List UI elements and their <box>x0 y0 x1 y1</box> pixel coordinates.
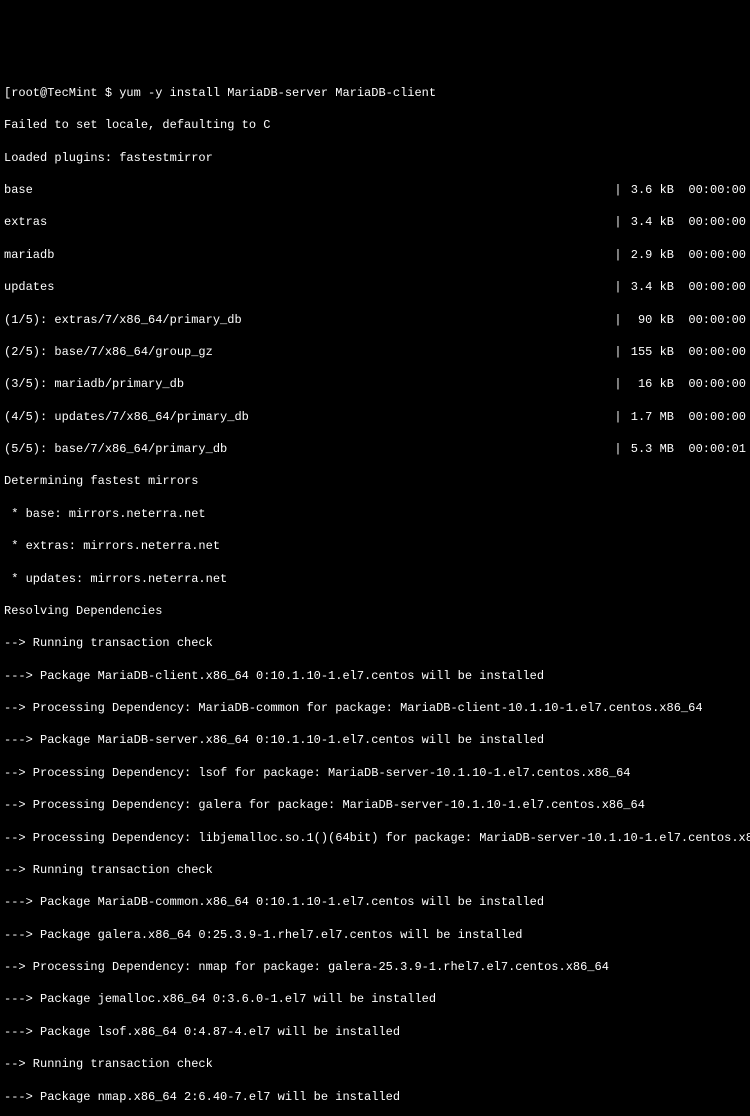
download-row: (5/5): base/7/x86_64/primary_db |5.3 MB00… <box>4 441 746 457</box>
dependency-line: ---> Package lsof.x86_64 0:4.87-4.el7 wi… <box>4 1024 746 1040</box>
repo-name: mariadb <box>4 247 54 263</box>
dependency-line: ---> Package nmap.x86_64 2:6.40-7.el7 wi… <box>4 1089 746 1105</box>
mirror-line: * extras: mirrors.neterra.net <box>4 538 746 554</box>
dependency-line: ---> Package jemalloc.x86_64 0:3.6.0-1.e… <box>4 991 746 1007</box>
dependency-line: --> Running transaction check <box>4 1056 746 1072</box>
command-prompt: [root@TecMint $ yum -y install MariaDB-s… <box>4 85 746 101</box>
mirrors-header: Determining fastest mirrors <box>4 473 746 489</box>
dependency-line: ---> Package MariaDB-client.x86_64 0:10.… <box>4 668 746 684</box>
repo-stats: |3.4 kB00:00:00 <box>614 279 746 295</box>
mirror-line: * base: mirrors.neterra.net <box>4 506 746 522</box>
download-stats: |155 kB00:00:00 <box>614 344 746 360</box>
download-name: (5/5): base/7/x86_64/primary_db <box>4 441 227 457</box>
dependency-line: --> Processing Dependency: lsof for pack… <box>4 765 746 781</box>
dependency-line: --> Processing Dependency: galera for pa… <box>4 797 746 813</box>
dependency-line: --> Processing Dependency: MariaDB-commo… <box>4 700 746 716</box>
repo-row: base |3.6 kB00:00:00 <box>4 182 746 198</box>
preamble-line: Failed to set locale, defaulting to C <box>4 117 746 133</box>
preamble-line: Loaded plugins: fastestmirror <box>4 150 746 166</box>
repo-row: mariadb |2.9 kB00:00:00 <box>4 247 746 263</box>
repo-name: extras <box>4 214 47 230</box>
mirror-line: * updates: mirrors.neterra.net <box>4 571 746 587</box>
repo-stats: |3.4 kB00:00:00 <box>614 214 746 230</box>
repo-name: base <box>4 182 33 198</box>
dependency-line: --> Running transaction check <box>4 635 746 651</box>
download-stats: |1.7 MB00:00:00 <box>614 409 746 425</box>
repo-row: extras |3.4 kB00:00:00 <box>4 214 746 230</box>
download-name: (1/5): extras/7/x86_64/primary_db <box>4 312 242 328</box>
download-stats: |16 kB00:00:00 <box>614 376 746 392</box>
terminal-output: [root@TecMint $ yum -y install MariaDB-s… <box>4 69 746 1116</box>
repo-stats: |2.9 kB00:00:00 <box>614 247 746 263</box>
dependency-line: ---> Package MariaDB-server.x86_64 0:10.… <box>4 732 746 748</box>
dependency-line: ---> Package galera.x86_64 0:25.3.9-1.rh… <box>4 927 746 943</box>
download-name: (2/5): base/7/x86_64/group_gz <box>4 344 213 360</box>
download-row: (2/5): base/7/x86_64/group_gz |155 kB00:0… <box>4 344 746 360</box>
download-stats: |5.3 MB00:00:01 <box>614 441 746 457</box>
dependency-line: --> Running transaction check <box>4 862 746 878</box>
repo-stats: |3.6 kB00:00:00 <box>614 182 746 198</box>
dependency-line: --> Processing Dependency: nmap for pack… <box>4 959 746 975</box>
dependency-line: ---> Package MariaDB-common.x86_64 0:10.… <box>4 894 746 910</box>
dependency-line: --> Processing Dependency: libjemalloc.s… <box>4 830 746 846</box>
resolving-header: Resolving Dependencies <box>4 603 746 619</box>
repo-row: updates |3.4 kB00:00:00 <box>4 279 746 295</box>
download-name: (4/5): updates/7/x86_64/primary_db <box>4 409 249 425</box>
download-name: (3/5): mariadb/primary_db <box>4 376 184 392</box>
download-row: (1/5): extras/7/x86_64/primary_db |90 kB0… <box>4 312 746 328</box>
repo-name: updates <box>4 279 54 295</box>
download-row: (3/5): mariadb/primary_db |16 kB00:00:00 <box>4 376 746 392</box>
download-stats: |90 kB00:00:00 <box>614 312 746 328</box>
download-row: (4/5): updates/7/x86_64/primary_db |1.7 M… <box>4 409 746 425</box>
